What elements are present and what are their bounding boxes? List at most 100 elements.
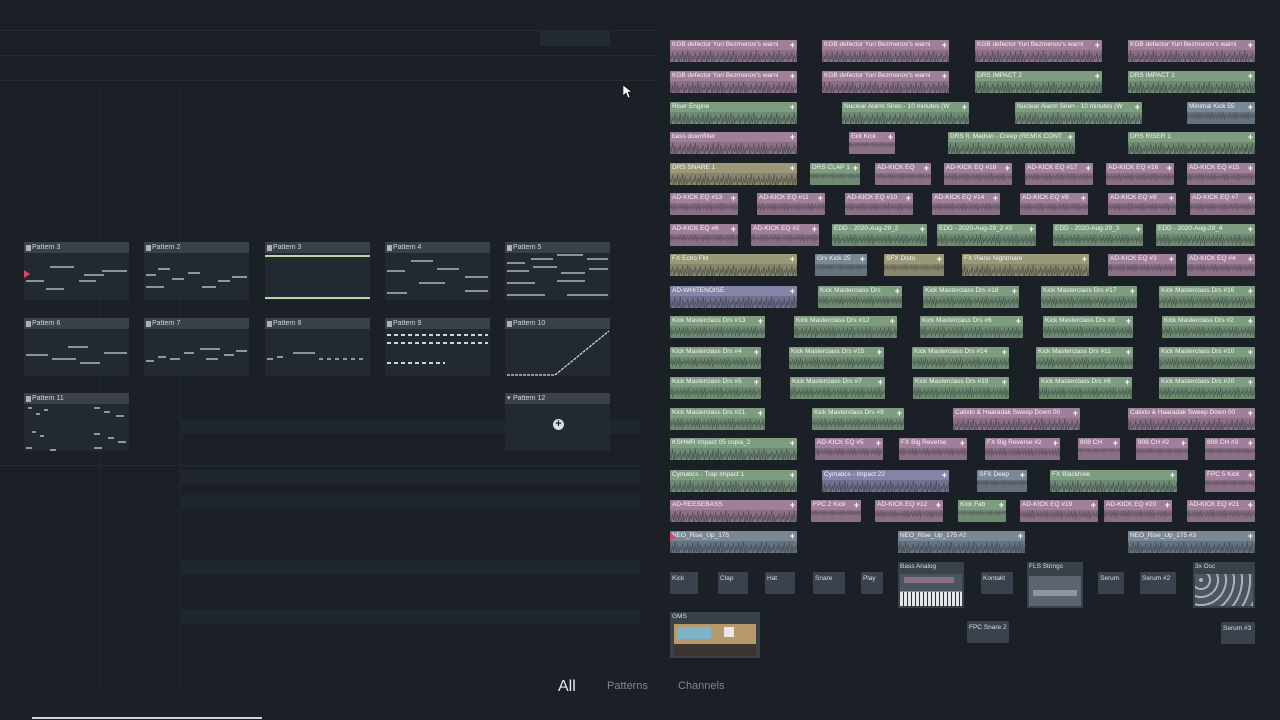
playlist-clip[interactable]: AD-REESEBASS +: [670, 500, 797, 522]
playlist-clip[interactable]: Kick Masterclass Drs #11 +: [1036, 347, 1133, 369]
add-clip-icon[interactable]: +: [1012, 286, 1017, 296]
add-clip-icon[interactable]: +: [1130, 286, 1135, 296]
add-clip-icon[interactable]: +: [1248, 470, 1253, 480]
add-clip-icon[interactable]: +: [1248, 224, 1253, 234]
playlist-clip[interactable]: Kick Masterclass Drs #2 +: [1162, 316, 1255, 338]
pattern-card[interactable]: Pattern 5: [505, 242, 610, 300]
add-clip-icon[interactable]: +: [731, 193, 736, 203]
pattern-card[interactable]: Pattern 6: [24, 318, 129, 376]
playlist-clip[interactable]: Calixto & Haaradak Sweep Down 00 +: [953, 408, 1080, 430]
playlist-clip[interactable]: 808 CH #3 +: [1205, 438, 1255, 460]
playlist-clip[interactable]: KGB defector Yuri Bezmenov's warni +: [822, 40, 949, 62]
add-clip-icon[interactable]: +: [888, 132, 893, 142]
tab-channels[interactable]: Channels: [678, 680, 724, 692]
add-pattern-icon[interactable]: +: [553, 419, 564, 430]
playlist-clip[interactable]: AD-KICK EQ #2 +: [751, 224, 819, 246]
playlist-clip[interactable]: AD-KICK EQ #13 +: [670, 193, 738, 215]
playlist-clip[interactable]: AD-KICK EQ #12 +: [875, 500, 943, 522]
pattern-card[interactable]: Pattern 3: [265, 242, 370, 300]
add-clip-icon[interactable]: +: [790, 470, 795, 480]
playlist-clip[interactable]: Ekit Kick +: [849, 132, 895, 154]
playlist-clip[interactable]: 808 CH +: [1078, 438, 1120, 460]
add-clip-icon[interactable]: +: [1053, 438, 1058, 448]
playlist-clip[interactable]: EDD - 2020-Aug-29_2 #2 +: [937, 224, 1036, 246]
add-clip-icon[interactable]: +: [1002, 377, 1007, 387]
add-clip-icon[interactable]: +: [790, 132, 795, 142]
add-clip-icon[interactable]: +: [1081, 193, 1086, 203]
playlist-clip[interactable]: EDD - 2020-Aug-29_2 +: [832, 224, 927, 246]
add-clip-icon[interactable]: +: [812, 224, 817, 234]
playlist-clip[interactable]: 808 CH #2 +: [1136, 438, 1188, 460]
add-clip-icon[interactable]: +: [890, 316, 895, 326]
add-clip-icon[interactable]: +: [790, 286, 795, 296]
pattern-card[interactable]: Pattern 4: [385, 242, 490, 300]
playlist-clip[interactable]: Kick Masterclass Drs #21 +: [670, 408, 765, 430]
playlist-clip[interactable]: Kick Masterclass Drs #16 +: [1159, 286, 1255, 308]
playlist-clip[interactable]: FPC 2 Kick +: [811, 500, 861, 522]
playlist-clip[interactable]: SFX Deep +: [977, 470, 1027, 492]
add-clip-icon[interactable]: +: [1248, 254, 1253, 264]
add-clip-icon[interactable]: +: [1113, 438, 1118, 448]
add-clip-icon[interactable]: +: [1248, 132, 1253, 142]
channel-snare[interactable]: Snare: [813, 572, 845, 594]
pattern-card[interactable]: Pattern 9: [385, 318, 490, 376]
playlist-clip[interactable]: AD-KICK EQ #17 +: [1025, 163, 1093, 185]
add-clip-icon[interactable]: +: [1029, 224, 1034, 234]
playlist-clip[interactable]: Kick Masterclass Drs #12 +: [794, 316, 897, 338]
playlist-clip[interactable]: AD-KICK EQ +: [875, 163, 931, 185]
playlist-clip[interactable]: Kick Masterclass Drs #7 +: [790, 377, 885, 399]
playlist-clip[interactable]: FX Big Reverse +: [899, 438, 967, 460]
add-clip-icon[interactable]: +: [942, 470, 947, 480]
add-clip-icon[interactable]: +: [1018, 531, 1023, 541]
playlist-clip[interactable]: Kick Fab +: [958, 500, 1006, 522]
add-clip-icon[interactable]: +: [906, 193, 911, 203]
playlist-clip[interactable]: Riser Engine +: [670, 102, 797, 124]
playlist-clip[interactable]: FX Big Reverse #2 +: [985, 438, 1060, 460]
playlist-clip[interactable]: FX Blackhole +: [1050, 470, 1177, 492]
add-clip-icon[interactable]: +: [1248, 40, 1253, 50]
playlist-clip[interactable]: AD-KICK EQ #15 +: [1187, 163, 1255, 185]
playlist-clip[interactable]: AD-KICK EQ #7 +: [1190, 193, 1255, 215]
pattern-card[interactable]: Pattern 11: [24, 393, 129, 451]
add-clip-icon[interactable]: +: [1165, 500, 1170, 510]
pattern-card[interactable]: Pattern 2: [144, 242, 249, 300]
add-clip-icon[interactable]: +: [754, 377, 759, 387]
playlist-clip[interactable]: AD-KICK EQ #21 +: [1187, 500, 1255, 522]
add-clip-icon[interactable]: +: [790, 71, 795, 81]
add-clip-icon[interactable]: +: [895, 286, 900, 296]
add-clip-icon[interactable]: +: [1170, 470, 1175, 480]
playlist-clip[interactable]: Nuclear Alarm Siren - 10 minutes (W +: [1015, 102, 1142, 124]
playlist-clip[interactable]: EDD - 2020-Aug-29_4 +: [1156, 224, 1255, 246]
add-clip-icon[interactable]: +: [790, 40, 795, 50]
playlist-clip[interactable]: Minimal Kick 55 +: [1187, 102, 1255, 124]
add-clip-icon[interactable]: +: [1016, 316, 1021, 326]
pattern-card[interactable]: Pattern 7: [144, 318, 249, 376]
add-clip-icon[interactable]: +: [942, 40, 947, 50]
tab-all[interactable]: All: [558, 678, 576, 696]
playlist-clip[interactable]: AD-KICK EQ #3 +: [1108, 254, 1176, 276]
playlist-clip[interactable]: FX Piano Nightmare +: [962, 254, 1089, 276]
playlist-clip[interactable]: AD-KICK EQ #6 +: [670, 224, 738, 246]
plugin-gms[interactable]: GMS: [670, 612, 760, 658]
add-clip-icon[interactable]: +: [758, 316, 763, 326]
playlist-clip[interactable]: AD-KICK EQ #14 +: [932, 193, 1000, 215]
pattern-card[interactable]: Pattern 8: [265, 318, 370, 376]
playlist-clip[interactable]: Kick Masterclass Drs +: [818, 286, 902, 308]
playlist-clip[interactable]: Nuclear Alarm Siren - 10 minutes (W +: [842, 102, 969, 124]
add-clip-icon[interactable]: +: [1126, 347, 1131, 357]
playlist-clip[interactable]: AD-KICK EQ #4 +: [1187, 254, 1255, 276]
plugin-bass-analog[interactable]: Bass Analog: [898, 562, 964, 608]
add-clip-icon[interactable]: +: [1167, 163, 1172, 173]
add-clip-icon[interactable]: +: [1073, 408, 1078, 418]
add-clip-icon[interactable]: +: [854, 500, 859, 510]
playlist-clip[interactable]: AD-KICK EQ #16 +: [1106, 163, 1174, 185]
add-clip-icon[interactable]: +: [1181, 438, 1186, 448]
playlist-clip[interactable]: AD-KICK EQ #8 +: [1108, 193, 1176, 215]
add-clip-icon[interactable]: +: [960, 438, 965, 448]
add-clip-icon[interactable]: +: [936, 500, 941, 510]
add-clip-icon[interactable]: +: [790, 102, 795, 112]
channel-kontakt[interactable]: Kontakt: [981, 572, 1013, 594]
playlist-clip[interactable]: AD-KICK EQ #5 +: [815, 438, 883, 460]
add-clip-icon[interactable]: +: [790, 254, 795, 264]
playlist-clip[interactable]: NEO_Rise_Up_175 #2 +: [898, 531, 1025, 553]
